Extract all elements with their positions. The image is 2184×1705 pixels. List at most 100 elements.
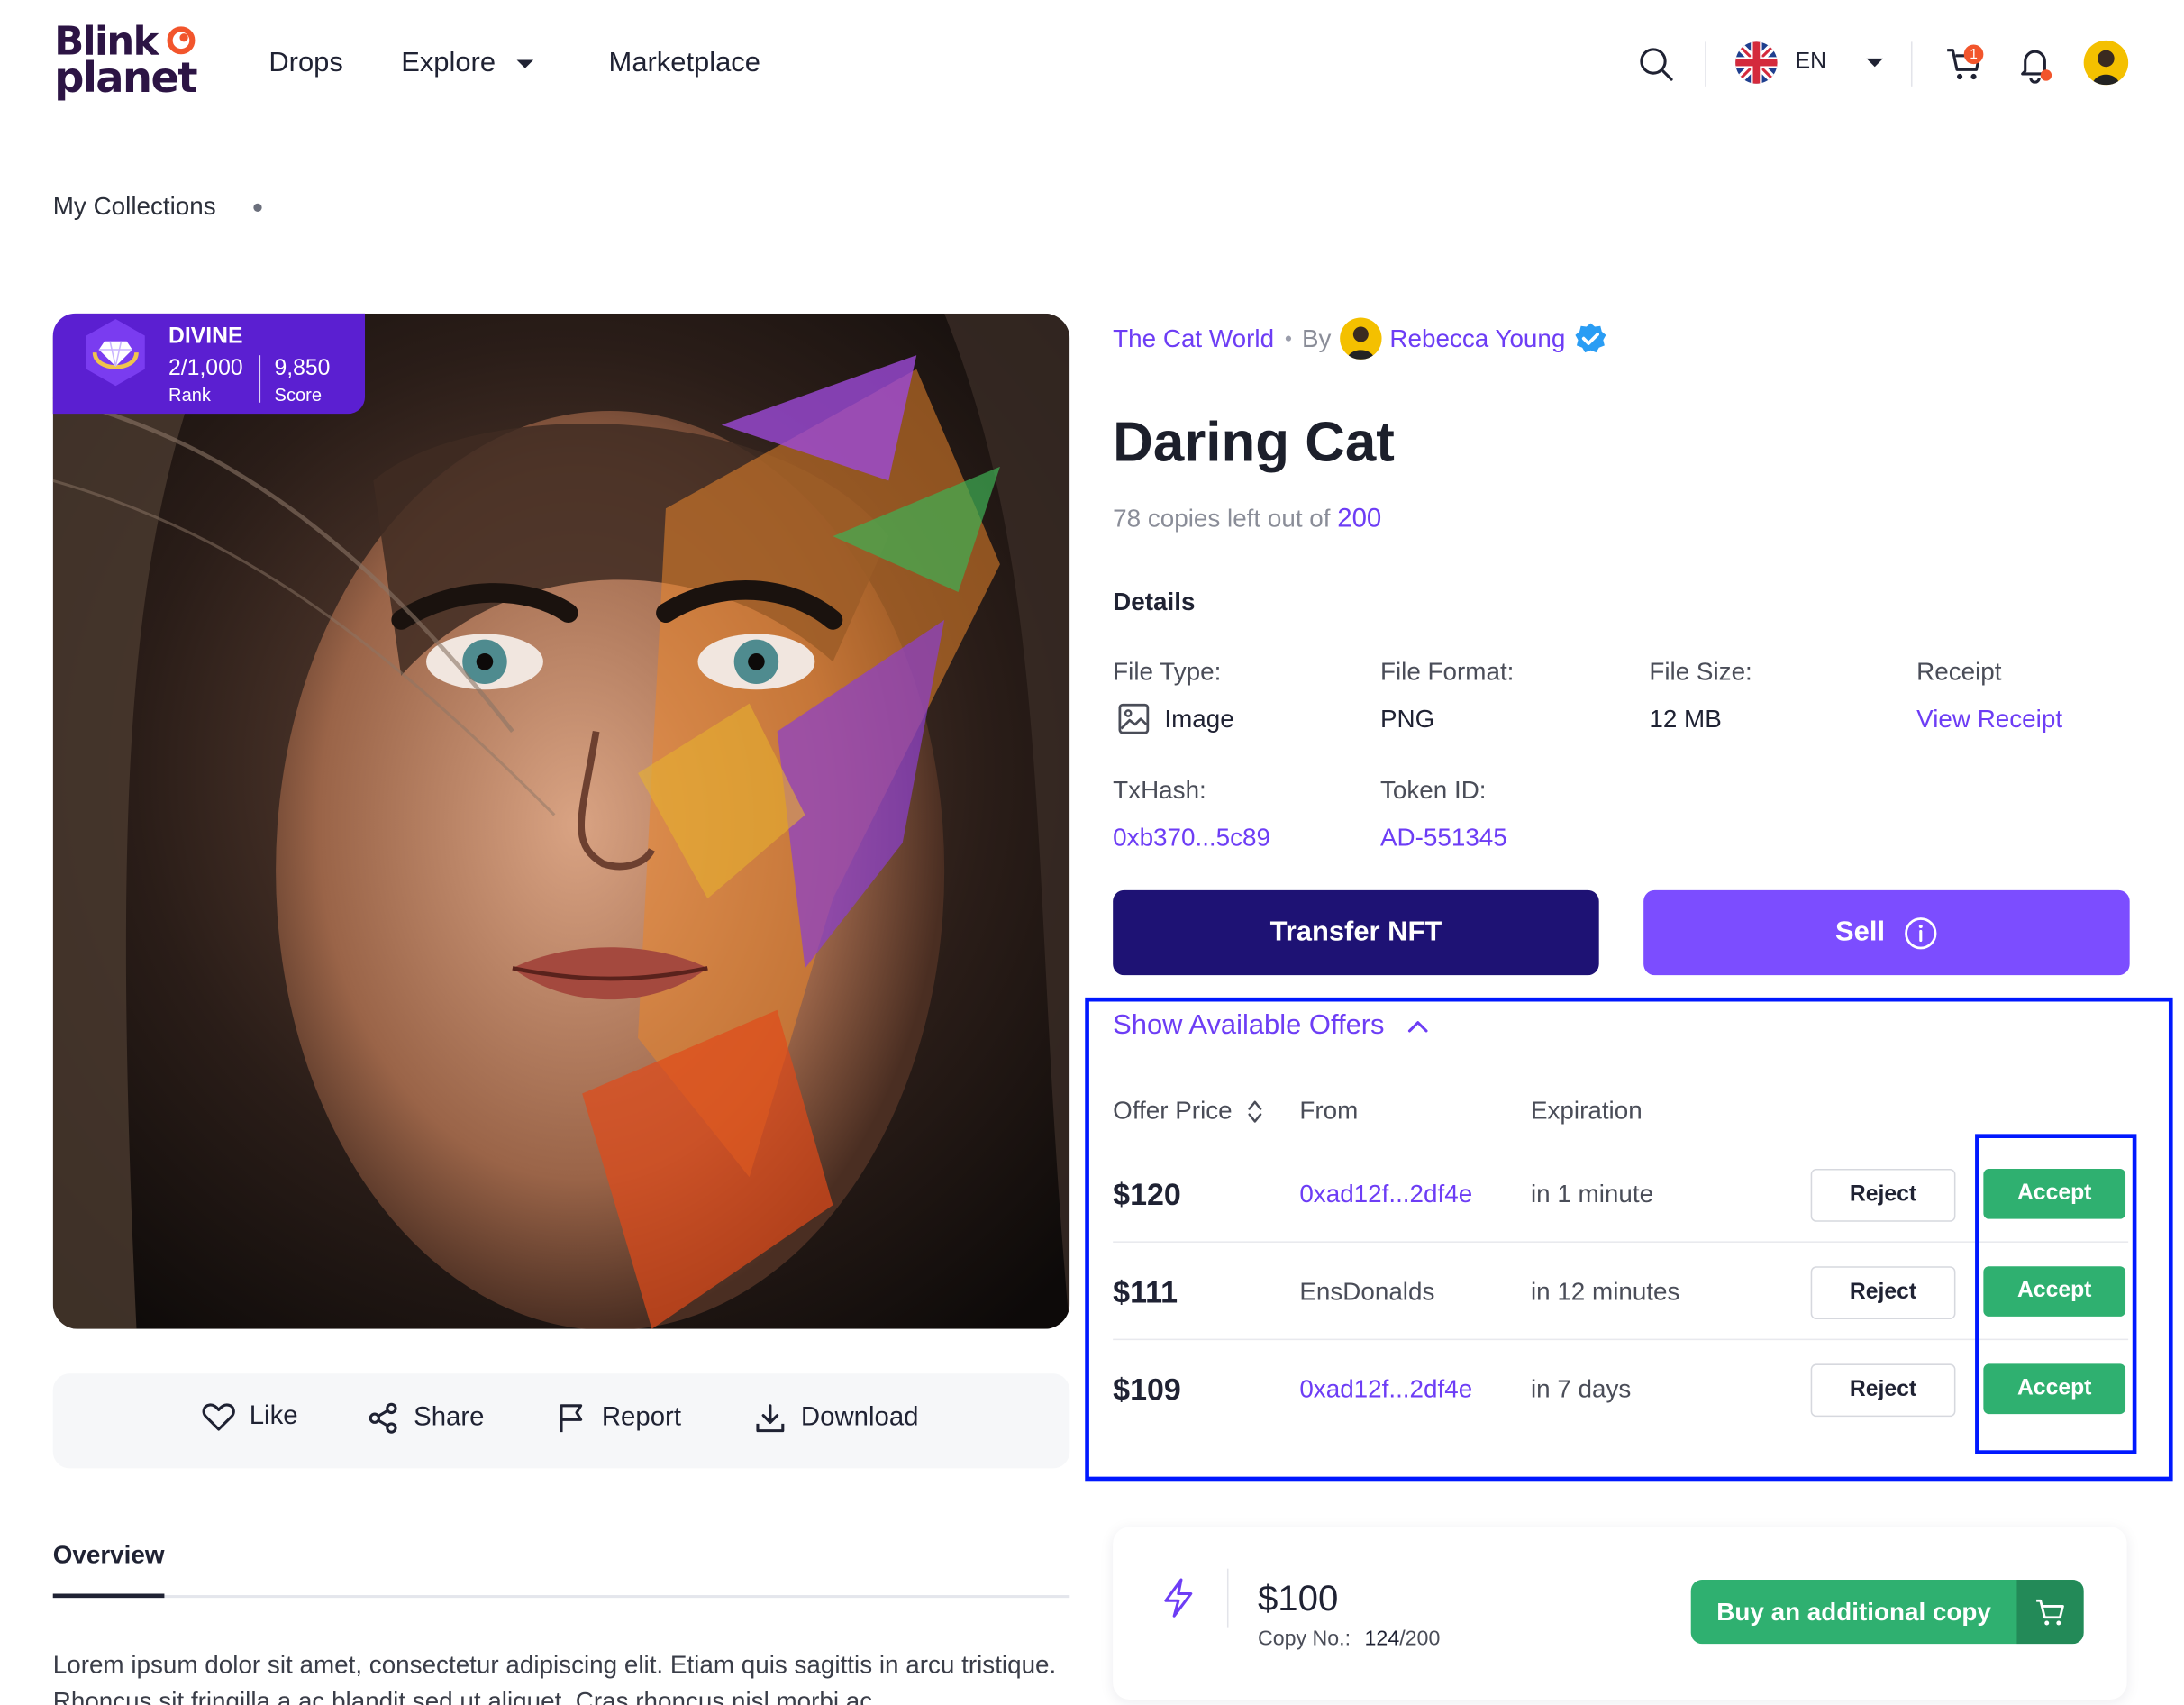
header-divider [1705,41,1706,87]
reject-label: Reject [1849,1280,1917,1304]
nav-explore[interactable]: Explore [401,48,534,80]
nav-drops[interactable]: Drops [268,48,342,80]
bell-icon[interactable] [2014,43,2055,85]
breadcrumb[interactable]: My Collections [53,192,216,221]
nft-artwork [52,313,1070,1329]
page-title: Daring Cat [1113,412,1395,474]
report-label: Report [601,1402,681,1433]
accept-column-highlight [1975,1134,2137,1454]
language-label: EN [1795,50,1827,74]
rank-value: 2/1,000 [168,356,243,381]
rank-label: Rank [168,384,211,406]
buy-price: $100 [1257,1576,1339,1619]
copy-number: Copy No.: 124/200 [1258,1628,1440,1651]
buy-cart-segment [2016,1580,2084,1645]
report-button[interactable]: Report [557,1401,681,1435]
heart-icon [202,1403,235,1431]
token-id-link[interactable]: AD-551345 [1380,824,1507,852]
share-button[interactable]: Share [367,1401,485,1435]
header-divider [1910,41,1913,87]
copies-total: 200 [1337,504,1382,534]
offer-expiration: in 12 minutes [1530,1277,1680,1306]
caret-down-icon [1866,58,1884,68]
offer-from-link[interactable]: 0xad12f...2df4e [1299,1375,1472,1404]
file-size-label: File Size: [1649,657,1752,686]
score-label: Score [274,384,323,406]
offer-expiration: in 7 days [1530,1374,1632,1403]
download-icon [756,1404,785,1433]
like-button[interactable]: Like [202,1401,298,1432]
offer-from: EnsDonalds [1299,1277,1435,1306]
offer-price: $120 [1113,1177,1181,1212]
offer-expiration: in 1 minute [1530,1180,1654,1208]
reject-label: Reject [1849,1182,1917,1207]
share-label: Share [414,1402,485,1433]
tab-overview[interactable]: Overview [53,1541,165,1570]
cart-icon [2036,1599,2064,1626]
offer-price-header[interactable]: Offer Price [1113,1097,1262,1126]
file-format-value: PNG [1379,705,1435,734]
nav-explore-label: Explore [401,47,496,78]
txhash-label: TxHash: [1113,776,1206,804]
copy-number-total: /200 [1399,1627,1441,1651]
from-header: From [1299,1096,1359,1125]
tab-active-indicator [52,1593,165,1599]
show-offers-toggle[interactable]: Show Available Offers [1113,1010,1429,1043]
breadcrumb-dot [253,203,262,212]
download-button[interactable]: Download [753,1401,919,1435]
score-value: 9,850 [274,356,331,381]
user-avatar-icon [2091,50,2120,86]
verified-badge-icon [1575,323,1606,353]
copies-left: 78 copies left out of 200 [1113,505,1381,535]
copies-text: 78 copies left out of [1113,504,1331,533]
reject-button[interactable]: Reject [1810,1266,1956,1319]
rank-card: DIVINE 2/1,000 Rank 9,850 Score [52,313,366,415]
reject-button[interactable]: Reject [1810,1363,1956,1418]
sell-button[interactable]: Sell [1643,889,2130,976]
offer-price: $109 [1113,1372,1181,1408]
view-receipt-link[interactable]: View Receipt [1916,705,2062,734]
lightning-icon [1164,1578,1193,1618]
share-icon [369,1402,397,1434]
creator-avatar[interactable] [1339,317,1382,360]
file-size-value: 12 MB [1649,705,1722,734]
avatar[interactable] [2083,40,2129,86]
rank-tier: DIVINE [168,324,243,349]
file-type-text: Image [1164,704,1234,733]
transfer-nft-button[interactable]: Transfer NFT [1113,889,1599,976]
logo-line2: planet [54,54,197,104]
buy-divider [1226,1568,1229,1628]
reject-label: Reject [1849,1377,1917,1402]
byline-by: By [1301,324,1332,352]
buy-additional-copy-label: Buy an additional copy [1716,1597,1991,1626]
reject-button[interactable]: Reject [1810,1169,1956,1222]
creator-link[interactable]: Rebecca Young [1389,324,1565,352]
caret-down-icon [516,59,533,68]
sell-label: Sell [1835,916,1886,948]
cart-badge: 1 [1963,44,1984,65]
buy-additional-copy-button[interactable]: Buy an additional copy [1690,1580,2084,1645]
artwork-image [52,313,1070,1329]
uk-flag-icon [1735,41,1778,84]
flag-icon [560,1404,583,1433]
transfer-nft-label: Transfer NFT [1269,916,1442,948]
image-icon [1118,703,1150,734]
download-label: Download [800,1402,919,1433]
language-selector[interactable]: EN [1734,41,1885,85]
copy-number-label: Copy No.: [1257,1627,1351,1651]
nav-marketplace[interactable]: Marketplace [609,48,760,80]
collection-link[interactable]: The Cat World [1113,324,1274,352]
logo-mark-icon [167,26,196,55]
overview-text: Lorem ipsum dolor sit amet, consectetur … [52,1650,1057,1705]
offer-price: $111 [1113,1274,1178,1310]
file-format-label: File Format: [1379,657,1515,686]
sort-icon [1247,1099,1261,1122]
blinkplanet-logo[interactable]: Blink planet [54,22,199,104]
offer-from-link[interactable]: 0xad12f...2df4e [1299,1180,1472,1208]
copy-number-current: 124 [1364,1627,1400,1651]
like-label: Like [249,1401,298,1431]
tab-underline [52,1595,1070,1599]
search-icon[interactable] [1635,43,1677,85]
show-offers-label: Show Available Offers [1113,1009,1385,1041]
txhash-link[interactable]: 0xb370...5c89 [1113,824,1270,852]
